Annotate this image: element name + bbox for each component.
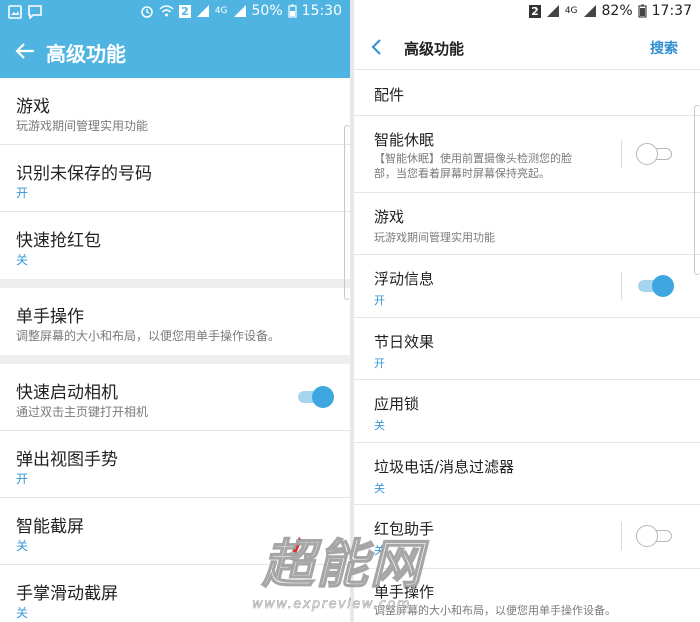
item-title: 配件: [374, 86, 405, 104]
list-item-red-packet[interactable]: 快速抢红包 关: [0, 212, 350, 279]
item-title: 智能休眠: [374, 131, 435, 149]
toggle-separator: [621, 272, 622, 300]
toggle-knob: [312, 386, 334, 408]
list-item-popup-gesture[interactable]: 弹出视图手势 开: [0, 431, 350, 498]
section-gap: [0, 355, 350, 364]
item-value: 开: [374, 294, 385, 307]
toggle-knob: [652, 275, 674, 297]
section-gap: [0, 279, 350, 288]
status-time: 15:30: [301, 3, 342, 19]
item-title: 单手操作: [16, 307, 84, 327]
battery-percent: 50%: [251, 3, 283, 19]
signal-icon: [196, 5, 209, 17]
back-chevron-icon[interactable]: [368, 38, 386, 56]
item-subtitle-line1: 【智能休眠】使用前置摄像头检测您的脸: [374, 152, 572, 165]
list-item-unsaved-numbers[interactable]: 识别未保存的号码 开: [0, 145, 350, 212]
image-icon: [8, 5, 22, 19]
battery-icon: [288, 4, 297, 18]
item-value: 关: [16, 253, 29, 267]
signal-icon-2: [583, 5, 596, 17]
item-title: 识别未保存的号码: [16, 164, 152, 184]
status-time: 17:37: [651, 3, 692, 19]
item-title: 智能截屏: [16, 517, 84, 537]
message-icon: [28, 5, 42, 19]
status-bar: 2 4G 50% 15:30: [0, 0, 350, 26]
list-item-spam-filter[interactable]: 垃圾电话/消息过滤器 关: [354, 443, 700, 505]
wifi-icon: [159, 5, 174, 17]
item-value: 关: [16, 539, 29, 553]
item-title: 垃圾电话/消息过滤器: [374, 458, 515, 476]
item-subtitle: 通过双击主页键打开相机: [16, 405, 149, 419]
sim-badge: 2: [179, 4, 191, 18]
app-bar: 高级功能: [0, 26, 350, 78]
app-bar: 高级功能 搜索: [354, 26, 700, 70]
item-title: 手掌滑动截屏: [16, 584, 118, 604]
list-item-floating-info[interactable]: 浮动信息 开: [354, 255, 700, 318]
toggle-separator: [621, 140, 622, 168]
item-subtitle-line2: 部，当您看着屏幕时屏幕保持亮起。: [374, 167, 550, 180]
back-arrow-icon[interactable]: [14, 40, 36, 62]
battery-icon: [638, 4, 647, 18]
item-title: 快速启动相机: [16, 383, 118, 403]
item-title: 浮动信息: [374, 270, 435, 288]
search-button[interactable]: 搜索: [650, 38, 678, 58]
list-item-app-lock[interactable]: 应用锁 关: [354, 380, 700, 443]
battery-percent: 82%: [601, 3, 633, 19]
status-bar: 2 4G 82% 17:37: [354, 0, 700, 26]
item-subtitle: 玩游戏期间管理实用功能: [374, 231, 495, 244]
signal-icon-2: [233, 5, 246, 17]
item-value: 关: [374, 419, 385, 432]
item-title: 游戏: [16, 97, 50, 117]
item-title: 节日效果: [374, 333, 435, 351]
item-subtitle: 玩游戏期间管理实用功能: [16, 119, 149, 133]
item-title: 游戏: [374, 208, 405, 226]
watermark-url: www.expreview.com: [252, 597, 411, 613]
quick-camera-toggle[interactable]: [296, 386, 334, 408]
item-value: 开: [16, 472, 29, 486]
toggle-knob: [636, 525, 658, 547]
network-type: 4G: [564, 6, 578, 16]
list-item-one-hand[interactable]: 单手操作 调整屏幕的大小和布局，以便您用单手操作设备。: [0, 288, 350, 355]
item-title: 快速抢红包: [16, 231, 101, 251]
smart-stay-toggle[interactable]: [636, 143, 674, 165]
item-value: 关: [374, 482, 385, 495]
edge-screen-handle[interactable]: [694, 105, 700, 275]
item-value: 开: [374, 357, 385, 370]
item-title: 应用锁: [374, 395, 420, 413]
page-title: 高级功能: [404, 40, 465, 58]
list-item-holiday-effects[interactable]: 节日效果 开: [354, 318, 700, 380]
list-item-games[interactable]: 游戏 玩游戏期间管理实用功能: [0, 78, 350, 145]
floating-info-toggle[interactable]: [636, 275, 674, 297]
item-value: 开: [16, 186, 29, 200]
alarm-icon: [141, 6, 153, 18]
toggle-knob: [636, 143, 658, 165]
page-title: 高级功能: [46, 42, 126, 66]
list-item-quick-camera[interactable]: 快速启动相机 通过双击主页键打开相机: [0, 364, 350, 431]
list-item-smart-stay[interactable]: 智能休眠 【智能休眠】使用前置摄像头检测您的脸 部，当您看着屏幕时屏幕保持亮起。: [354, 116, 700, 193]
list-item-accessories[interactable]: 配件: [354, 70, 700, 116]
network-type: 4G: [214, 6, 228, 16]
item-title: 弹出视图手势: [16, 450, 118, 470]
item-subtitle: 调整屏幕的大小和布局，以便您用单手操作设备。: [16, 329, 281, 343]
signal-icon: [546, 5, 559, 17]
toggle-separator: [621, 522, 622, 550]
sim-badge: 2: [529, 4, 541, 18]
list-item-games[interactable]: 游戏 玩游戏期间管理实用功能: [354, 193, 700, 255]
red-packet-toggle[interactable]: [636, 525, 674, 547]
watermark-brand: 超能网: [261, 534, 425, 596]
item-value: 关: [16, 606, 29, 620]
